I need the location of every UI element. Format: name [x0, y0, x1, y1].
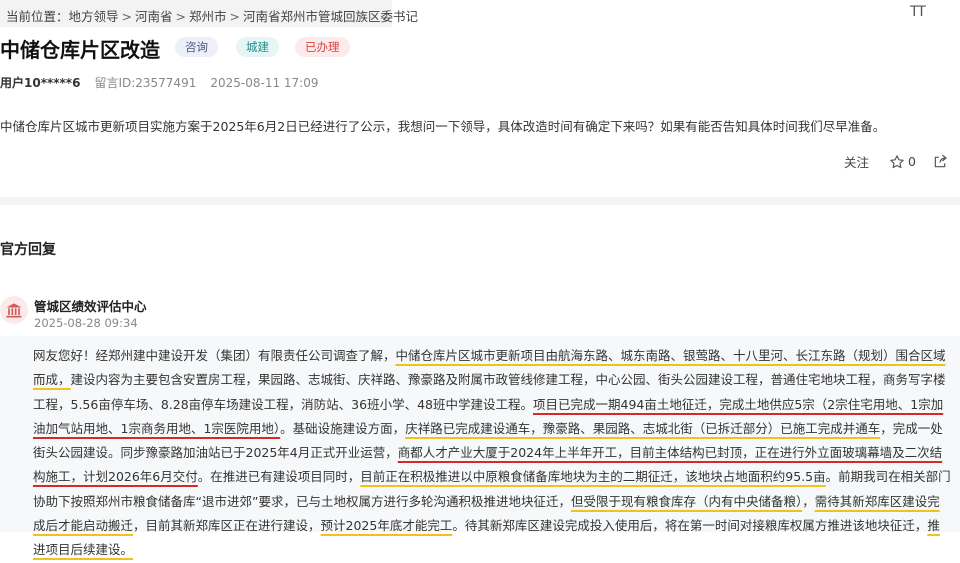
- user-name: 用户10*****6: [0, 76, 81, 90]
- reply-highlight-yellow: 目前正在积极推进以中原粮食储备库地块为主的二期征迁，该地块占地面积约95.5亩: [360, 469, 826, 485]
- reply-text: ，目前其新郑库区正在进行建设，: [133, 518, 321, 534]
- message-id: 留言ID:23577491: [94, 76, 197, 90]
- department-name: 管城区绩效评估中心: [34, 299, 147, 314]
- message-meta: 用户10*****6 留言ID:23577491 2025-08-11 17:09: [0, 74, 318, 91]
- breadcrumb-item-city[interactable]: 郑州市: [189, 9, 227, 24]
- share-button[interactable]: [932, 154, 948, 170]
- star-icon: [890, 154, 904, 168]
- reply-datetime: 2025-08-28 09:34: [34, 316, 138, 330]
- breadcrumb: 当前位置：地方领导 > 河南省 > 郑州市 > 河南省郑州市管城回族区委书记: [6, 6, 418, 25]
- department-avatar: [0, 296, 28, 324]
- government-building-icon: [6, 303, 22, 318]
- tag-consult: 咨询: [175, 37, 218, 57]
- breadcrumb-item-province[interactable]: 河南省: [135, 9, 173, 24]
- reply-highlight-yellow: 庆祥路已完成建设通车，豫豪路、果园路、志城北街（已拆迁部分）已施工完成并通车: [405, 420, 881, 436]
- follow-button[interactable]: 关注: [844, 152, 869, 171]
- tag-urban-construction: 城建: [236, 37, 279, 57]
- breadcrumb-separator: >: [121, 9, 133, 24]
- reply-text: 。基础设施建设方面，: [280, 420, 406, 436]
- message-datetime: 2025-08-11 17:09: [210, 76, 319, 90]
- status-badge: 已办理: [295, 37, 350, 57]
- breadcrumb-separator: >: [229, 9, 241, 24]
- reply-highlight-yellow: 预计2025年底才能完工: [320, 518, 453, 534]
- breadcrumb-item-leader[interactable]: 河南省郑州市管城回族区委书记: [243, 9, 418, 24]
- reply-highlight-yellow: 但受限于现有粮食库存（内有中央储备粮）: [570, 493, 803, 509]
- share-icon: [934, 154, 947, 167]
- breadcrumb-item-local-leaders[interactable]: 地方领导: [69, 9, 119, 24]
- reply-text: 。在推进已有建设项目同时，: [197, 469, 361, 485]
- message-actions: 关注 0: [844, 152, 948, 171]
- reply-text: 网友您好！经郑州建中建设开发（集团）有限责任公司调查了解，: [33, 348, 396, 363]
- breadcrumb-prefix: 当前位置：: [6, 9, 69, 24]
- like-count: 0: [908, 154, 916, 169]
- message-body: 中储仓库片区城市更新项目实施方案于2025年6月2日已经进行了公示，我想问一下领…: [0, 119, 886, 134]
- reply-text: ，: [802, 493, 815, 509]
- font-size-toggle-icon[interactable]: TT: [910, 4, 926, 20]
- section-divider: [0, 197, 960, 205]
- official-reply-heading: 官方回复: [0, 242, 56, 258]
- breadcrumb-separator: >: [175, 9, 187, 24]
- reply-body: 网友您好！经郑州建中建设开发（集团）有限责任公司调查了解，中储仓库片区城市更新项…: [33, 344, 951, 563]
- like-button[interactable]: 0: [889, 154, 916, 170]
- reply-text: 。待其新郑库区建设完成投入使用后，将在第一时间对接粮库权属方推进该地块征迁，: [452, 518, 928, 534]
- page-title: 中储仓库片区改造: [0, 38, 160, 62]
